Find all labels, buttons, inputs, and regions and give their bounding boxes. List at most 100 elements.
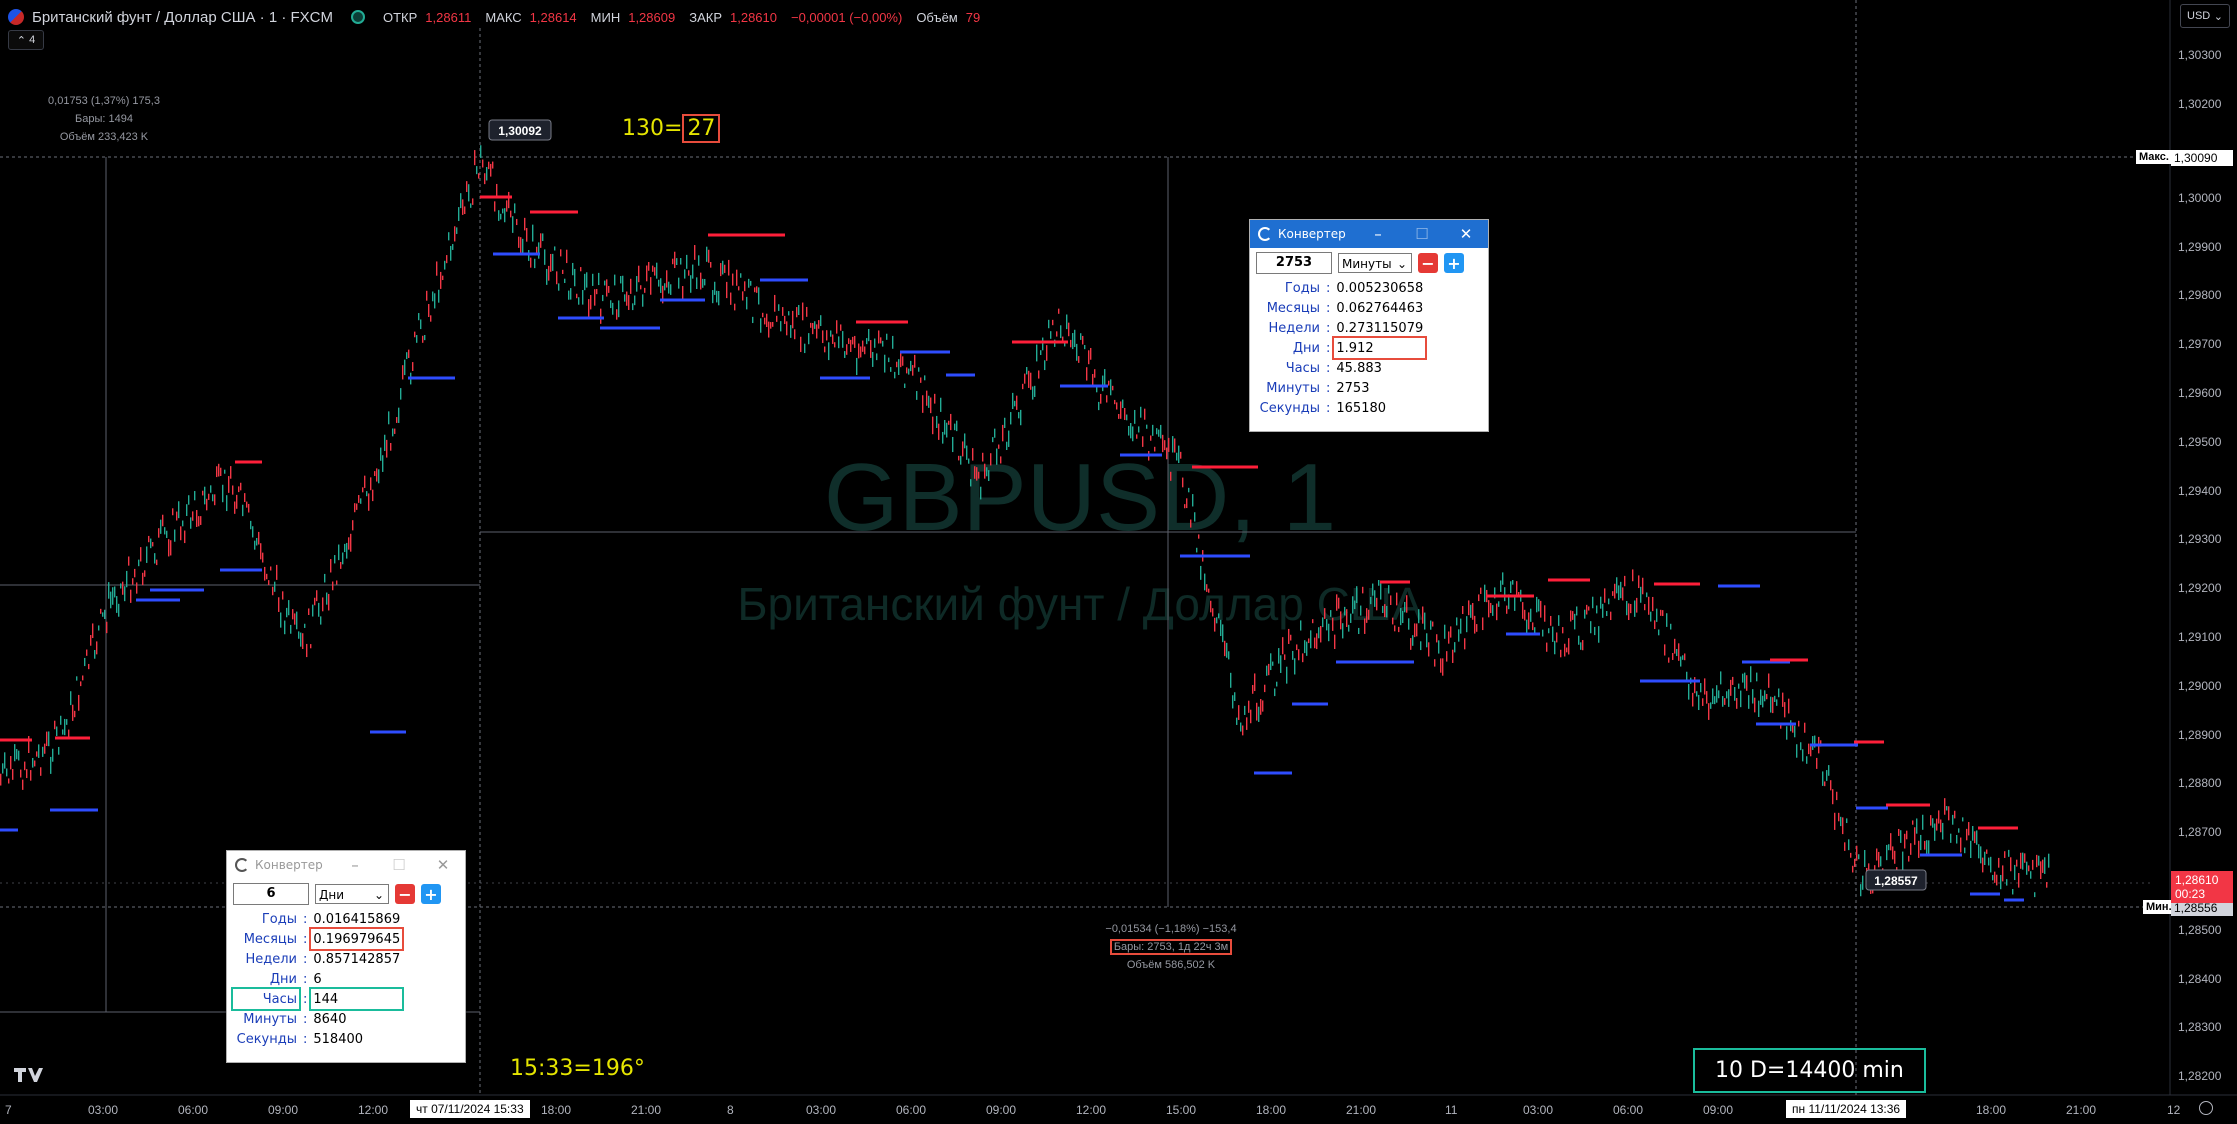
candle [232, 485, 234, 495]
candle [1692, 692, 1694, 707]
candle [148, 535, 150, 543]
candle [506, 200, 508, 212]
converter-value-input[interactable]: 2753 [1256, 252, 1332, 274]
converter-unit-select[interactable]: Дни ⌄ [315, 884, 389, 904]
candle [1336, 594, 1338, 611]
candle [1684, 653, 1686, 661]
candle [1708, 703, 1710, 720]
chevron-down-icon: ⌄ [2213, 10, 2223, 23]
converter-row-value: 0.062764463 [1336, 300, 1424, 316]
candle [1146, 424, 1148, 429]
candle [1140, 406, 1142, 418]
ratio-annotation[interactable]: 130= 27 [622, 114, 721, 143]
candle [812, 322, 814, 335]
candle [464, 206, 466, 215]
symbol-title[interactable]: Британский фунт / Доллар США · 1 · FXCM [32, 9, 333, 26]
minimize-icon[interactable]: – [1356, 225, 1400, 243]
minus-button[interactable]: − [1418, 253, 1438, 273]
candle [858, 343, 860, 359]
candle [1334, 634, 1336, 649]
maximize-icon[interactable]: ☐ [1400, 225, 1444, 243]
candle [1268, 663, 1270, 676]
candle [972, 448, 974, 461]
candle [1168, 437, 1170, 452]
candle [634, 295, 636, 306]
candle [1192, 494, 1194, 507]
candle [1504, 587, 1506, 602]
candle [626, 291, 628, 306]
candle [552, 253, 554, 271]
candle [534, 258, 536, 269]
candle [842, 331, 844, 348]
candle [1808, 743, 1810, 755]
candle [132, 578, 134, 585]
converter-window-large[interactable]: Конвертер – ☐ ✕ 2753 Минуты ⌄ − + Годы:0.00… [1249, 219, 1489, 432]
time-tick-label: 18:00 [1976, 1103, 2007, 1117]
goto-date-icon[interactable] [2199, 1101, 2213, 1115]
converter-value-input[interactable]: 6 [233, 883, 309, 905]
candle [1210, 600, 1212, 613]
candle [1600, 596, 1602, 609]
candle [1308, 638, 1310, 644]
maximize-icon[interactable]: ☐ [377, 856, 421, 874]
candle [950, 413, 952, 431]
candle [1850, 852, 1852, 858]
price-tick-label: 1,29300 [2178, 532, 2222, 547]
candle [88, 663, 90, 670]
candle [48, 731, 50, 747]
candle [1298, 649, 1300, 661]
candle [102, 612, 104, 617]
candle [298, 631, 300, 639]
candle [1066, 314, 1068, 330]
candle [1482, 617, 1484, 631]
candle [718, 290, 720, 306]
converter-row-colon: : [303, 951, 308, 967]
close-icon[interactable]: ✕ [421, 856, 465, 874]
candle [1680, 656, 1682, 667]
candle [930, 397, 932, 414]
candle [670, 284, 672, 295]
converter-row: Годы:0.005230658 [1256, 278, 1425, 298]
time-angle-annotation[interactable]: 15:33=196° [510, 1056, 645, 1081]
price-tick-label: 1,29400 [2178, 483, 2222, 498]
candle [498, 210, 500, 221]
minimize-icon[interactable]: – [333, 856, 377, 874]
candle [250, 520, 252, 530]
candle [1104, 369, 1106, 387]
converter-row-label: Годы [261, 911, 297, 927]
candle [1672, 652, 1674, 660]
close-icon[interactable]: ✕ [1444, 225, 1488, 243]
candle [1852, 865, 1854, 873]
candle [356, 503, 358, 510]
converter-row: Минуты:8640 [233, 1009, 402, 1029]
candle [660, 278, 662, 293]
candle [1616, 577, 1618, 594]
candle [778, 304, 780, 311]
candle [1826, 770, 1828, 781]
candle [1860, 884, 1862, 897]
candle [212, 494, 214, 502]
candle [296, 611, 298, 630]
converter-unit-select[interactable]: Минуты ⌄ [1338, 253, 1412, 273]
measure-left-volume: Объём 233,423 K [59, 131, 149, 143]
candle [262, 552, 264, 563]
minus-button[interactable]: − [395, 884, 415, 904]
converter-titlebar[interactable]: Конвертер – ☐ ✕ [227, 851, 465, 879]
converter-titlebar[interactable]: Конвертер – ☐ ✕ [1250, 220, 1488, 248]
converter-window-small[interactable]: Конвертер – ☐ ✕ 6 Дни ⌄ − + Годы:0.01641586… [226, 850, 466, 1063]
days-minutes-annotation[interactable]: 10 D=14400 min [1693, 1048, 1926, 1093]
currency-select[interactable]: USD ⌄ [2180, 4, 2230, 28]
candle [272, 586, 274, 596]
collapse-indicators-button[interactable]: ⌃ 4 [8, 30, 44, 50]
time-tick-label: 7 [5, 1103, 12, 1117]
candle [1352, 596, 1354, 614]
candle [1844, 842, 1846, 851]
market-status-icon[interactable] [351, 10, 365, 24]
candle [880, 337, 882, 344]
candle [1220, 619, 1222, 637]
candle [578, 297, 580, 305]
plus-button[interactable]: + [421, 884, 441, 904]
candle [1082, 335, 1084, 345]
candle [632, 303, 634, 311]
plus-button[interactable]: + [1444, 253, 1464, 273]
